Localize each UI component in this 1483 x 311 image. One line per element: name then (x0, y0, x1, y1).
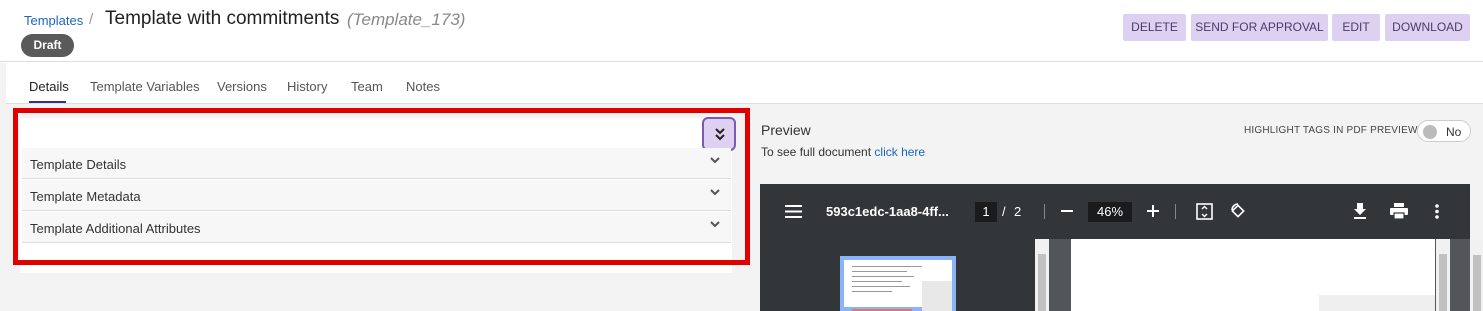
thumbnail-text-line (852, 281, 902, 282)
toolbar-divider (1175, 204, 1176, 219)
pdf-viewer: 593c1edc-1aa8-4ff... 1 / 2 46% (760, 184, 1470, 311)
toggle-value: No (1446, 125, 1462, 139)
send-for-approval-button[interactable]: SEND FOR APPROVAL (1191, 14, 1328, 41)
tab-team[interactable]: Team (351, 79, 383, 94)
breadcrumb-separator: / (89, 11, 94, 28)
rotate-icon[interactable] (1229, 202, 1247, 220)
pdf-scrollbar-thumb[interactable] (1439, 254, 1447, 311)
total-pages: 2 (1014, 204, 1022, 219)
preview-note-text: To see full document (761, 145, 872, 159)
full-document-link[interactable]: click here (874, 145, 925, 159)
thumbnail-text-line (852, 266, 922, 267)
menu-icon[interactable] (785, 205, 802, 218)
toolbar-divider (1044, 204, 1045, 219)
zoom-out-icon[interactable] (1061, 210, 1073, 212)
tab-notes[interactable]: Notes (406, 79, 440, 94)
page-thumbnail[interactable] (840, 256, 956, 311)
tab-details[interactable]: Details (29, 79, 69, 94)
thumbnail-text-line (852, 276, 914, 277)
breadcrumb-templates-link[interactable]: Templates (24, 13, 83, 28)
thumbnail-scrollbar-thumb[interactable] (1038, 254, 1046, 311)
pdf-filename: 593c1edc-1aa8-4ff... (826, 204, 949, 219)
active-tab-indicator (29, 101, 66, 103)
print-icon[interactable] (1390, 203, 1408, 219)
pdf-page (1071, 239, 1435, 311)
zoom-in-icon[interactable] (1147, 205, 1159, 217)
template-id: (Template_173) (347, 10, 466, 29)
page-number-input[interactable]: 1 (975, 202, 997, 222)
thumbnail-block (922, 281, 952, 311)
download-button[interactable]: DOWNLOAD (1385, 14, 1470, 41)
preview-note: To see full document click here (761, 145, 925, 159)
thumbnail-text-line (852, 286, 910, 287)
zoom-level-input[interactable]: 46% (1088, 202, 1132, 222)
download-icon[interactable] (1353, 203, 1367, 219)
highlight-tags-label: HIGHLIGHT TAGS IN PDF PREVIEW (1244, 125, 1418, 136)
page-separator: / (1002, 204, 1006, 219)
highlight-tags-toggle[interactable]: No (1417, 120, 1471, 142)
edit-button[interactable]: EDIT (1332, 14, 1380, 41)
tab-template-variables[interactable]: Template Variables (90, 79, 200, 94)
page-scrollbar-thumb[interactable] (1473, 255, 1481, 311)
delete-button[interactable]: DELETE (1123, 14, 1186, 41)
page-title: Template with commitments (105, 8, 340, 29)
thumbnail-text-line (852, 291, 892, 292)
pdf-toolbar: 593c1edc-1aa8-4ff... 1 / 2 46% (760, 184, 1470, 239)
status-badge: Draft (21, 34, 74, 57)
tab-history[interactable]: History (287, 79, 327, 94)
tab-versions[interactable]: Versions (217, 79, 267, 94)
toggle-knob (1423, 125, 1437, 139)
page-header: Templates / Template with commitments (T… (0, 0, 1483, 62)
more-options-icon[interactable] (1435, 204, 1439, 219)
pdf-page-block (1319, 295, 1435, 311)
tab-bar: Details Template Variables Versions Hist… (6, 63, 1483, 104)
thumbnail-text-line (852, 271, 907, 272)
preview-title: Preview (761, 122, 811, 138)
highlight-annotation-box (13, 108, 750, 265)
fit-page-icon[interactable] (1196, 203, 1213, 220)
